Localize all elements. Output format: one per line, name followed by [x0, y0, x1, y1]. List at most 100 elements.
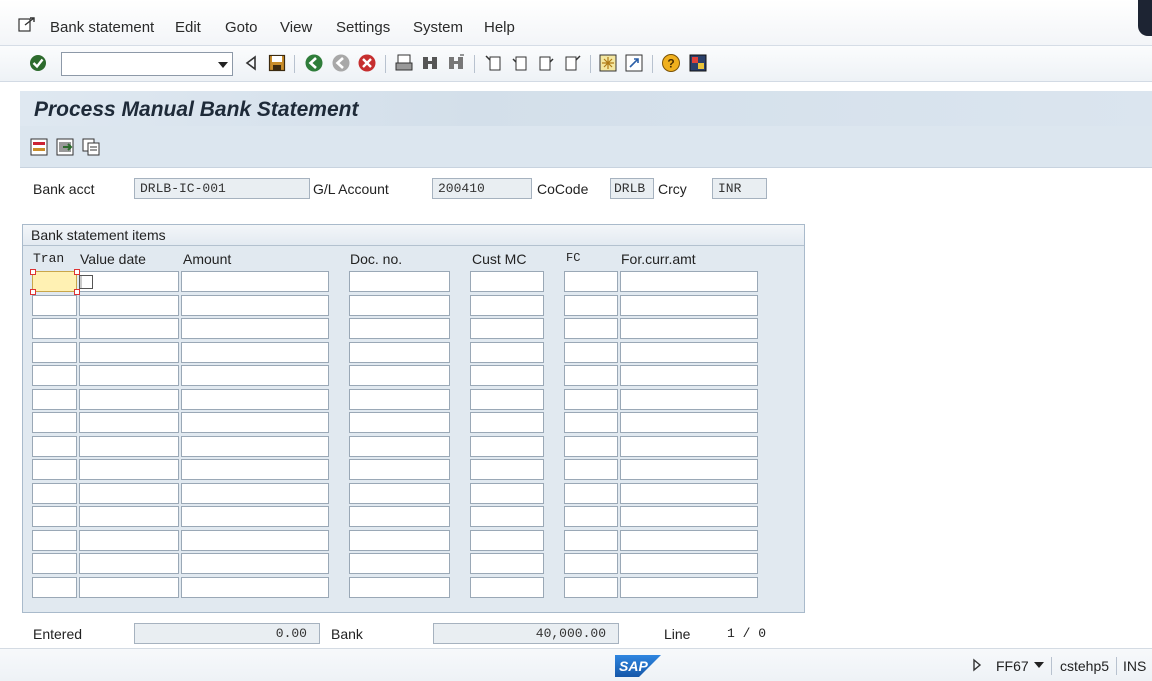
insert-mode[interactable]: INS: [1123, 658, 1146, 674]
cell-doc-no[interactable]: [349, 412, 450, 433]
cell-amount[interactable]: [181, 506, 329, 527]
cell-amount[interactable]: [181, 388, 329, 410]
cell-for-curr-amt[interactable]: [620, 388, 758, 410]
cell-amount[interactable]: [181, 529, 329, 551]
copy-icon[interactable]: [81, 137, 101, 157]
cell-value-date[interactable]: [79, 341, 179, 363]
menu-help[interactable]: Help: [484, 19, 515, 36]
cell-for-curr-amt[interactable]: [620, 271, 758, 292]
cell-doc-no[interactable]: [349, 341, 450, 363]
cell-value-date[interactable]: [79, 388, 179, 410]
cell-cust-mc[interactable]: [470, 341, 544, 363]
chevron-down-icon[interactable]: [1034, 662, 1044, 668]
transaction-code[interactable]: FF67: [996, 658, 1029, 674]
cell-doc-no[interactable]: [349, 506, 450, 527]
cell-value-date[interactable]: [79, 365, 179, 386]
cell-doc-no[interactable]: [349, 294, 450, 316]
cell-tran[interactable]: [32, 529, 77, 551]
cell-value-date[interactable]: [79, 294, 179, 316]
cell-for-curr-amt[interactable]: [620, 529, 758, 551]
cell-doc-no[interactable]: [349, 576, 450, 598]
cell-fc[interactable]: [564, 294, 618, 316]
cell-cust-mc[interactable]: [470, 459, 544, 480]
cell-value-date[interactable]: [79, 271, 179, 292]
cell-cust-mc[interactable]: [470, 482, 544, 504]
cell-value-date[interactable]: [79, 506, 179, 527]
cell-amount[interactable]: [181, 459, 329, 480]
cell-fc[interactable]: [564, 506, 618, 527]
cell-tran[interactable]: [32, 271, 77, 292]
cell-fc[interactable]: [564, 412, 618, 433]
cell-amount[interactable]: [181, 482, 329, 504]
cell-cust-mc[interactable]: [470, 365, 544, 386]
cell-fc[interactable]: [564, 365, 618, 386]
cell-for-curr-amt[interactable]: [620, 482, 758, 504]
cell-amount[interactable]: [181, 318, 329, 339]
cell-tran[interactable]: [32, 506, 77, 527]
cell-value-date[interactable]: [79, 435, 179, 457]
cell-tran[interactable]: [32, 341, 77, 363]
cell-for-curr-amt[interactable]: [620, 341, 758, 363]
menu-edit[interactable]: Edit: [175, 19, 201, 36]
cell-cust-mc[interactable]: [470, 388, 544, 410]
cell-amount[interactable]: [181, 294, 329, 316]
cell-tran[interactable]: [32, 553, 77, 574]
cell-cust-mc[interactable]: [470, 318, 544, 339]
cell-value-date[interactable]: [79, 482, 179, 504]
cell-doc-no[interactable]: [349, 482, 450, 504]
cell-fc[interactable]: [564, 388, 618, 410]
cell-cust-mc[interactable]: [470, 294, 544, 316]
cell-fc[interactable]: [564, 271, 618, 292]
chevron-down-icon[interactable]: [218, 62, 228, 68]
cell-tran[interactable]: [32, 459, 77, 480]
cell-amount[interactable]: [181, 271, 329, 292]
cell-for-curr-amt[interactable]: [620, 412, 758, 433]
menu-bank-statement[interactable]: Bank statement: [50, 19, 154, 36]
cell-tran[interactable]: [32, 576, 77, 598]
enter-icon[interactable]: [28, 53, 48, 73]
cell-cust-mc[interactable]: [470, 435, 544, 457]
cell-amount[interactable]: [181, 365, 329, 386]
cell-amount[interactable]: [181, 576, 329, 598]
cell-fc[interactable]: [564, 341, 618, 363]
cell-fc[interactable]: [564, 318, 618, 339]
command-field[interactable]: [61, 52, 233, 76]
cell-fc[interactable]: [564, 459, 618, 480]
cell-tran[interactable]: [32, 482, 77, 504]
cell-amount[interactable]: [181, 412, 329, 433]
cell-for-curr-amt[interactable]: [620, 459, 758, 480]
overview-icon[interactable]: [29, 137, 49, 157]
cell-amount[interactable]: [181, 341, 329, 363]
cell-for-curr-amt[interactable]: [620, 506, 758, 527]
cell-cust-mc[interactable]: [470, 529, 544, 551]
cell-fc[interactable]: [564, 576, 618, 598]
cell-doc-no[interactable]: [349, 365, 450, 386]
cell-fc[interactable]: [564, 529, 618, 551]
cell-amount[interactable]: [181, 553, 329, 574]
cell-for-curr-amt[interactable]: [620, 553, 758, 574]
cell-fc[interactable]: [564, 553, 618, 574]
cell-tran[interactable]: [32, 365, 77, 386]
status-expand-icon[interactable]: [972, 658, 982, 672]
cell-for-curr-amt[interactable]: [620, 576, 758, 598]
cell-value-date[interactable]: [79, 318, 179, 339]
cell-tran[interactable]: [32, 318, 77, 339]
menu-settings[interactable]: Settings: [336, 19, 390, 36]
cell-tran[interactable]: [32, 435, 77, 457]
cell-cust-mc[interactable]: [470, 506, 544, 527]
menu-system[interactable]: System: [413, 19, 463, 36]
cell-cust-mc[interactable]: [470, 271, 544, 292]
cell-doc-no[interactable]: [349, 318, 450, 339]
cell-doc-no[interactable]: [349, 459, 450, 480]
cell-doc-no[interactable]: [349, 553, 450, 574]
cell-cust-mc[interactable]: [470, 576, 544, 598]
cell-fc[interactable]: [564, 435, 618, 457]
post-icon[interactable]: [55, 137, 75, 157]
menu-view[interactable]: View: [280, 19, 312, 36]
cell-value-date[interactable]: [79, 412, 179, 433]
cell-for-curr-amt[interactable]: [620, 365, 758, 386]
cell-doc-no[interactable]: [349, 529, 450, 551]
cell-fc[interactable]: [564, 482, 618, 504]
cell-value-date[interactable]: [79, 459, 179, 480]
cell-doc-no[interactable]: [349, 271, 450, 292]
